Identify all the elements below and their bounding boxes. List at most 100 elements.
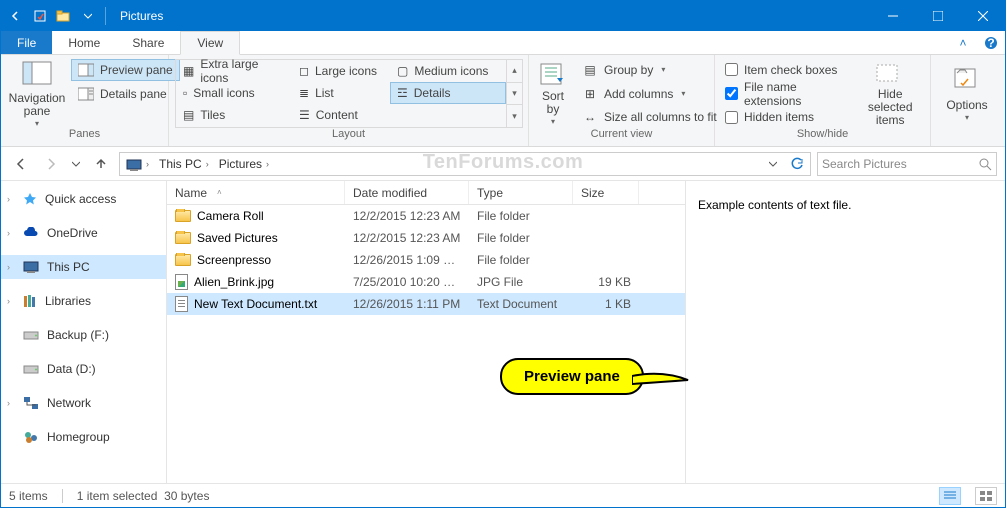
col-date[interactable]: Date modified xyxy=(345,181,469,204)
hidden-items-toggle[interactable]: Hidden items xyxy=(721,107,852,129)
table-row[interactable]: Camera Roll12/2/2015 12:23 AMFile folder xyxy=(167,205,685,227)
address-dropdown-button[interactable] xyxy=(762,160,784,168)
layout-content[interactable]: ☰Content xyxy=(292,104,390,126)
breadcrumb-pictures[interactable]: Pictures› xyxy=(215,157,273,171)
sort-by-button[interactable]: Sort by▾ xyxy=(535,59,571,128)
tiles-icon: ▤ xyxy=(183,108,194,122)
nav-homegroup[interactable]: Homegroup xyxy=(1,425,166,449)
network-icon xyxy=(23,396,39,410)
breadcrumb-thispc[interactable]: This PC› xyxy=(155,157,213,171)
file-type: File folder xyxy=(469,231,573,245)
layout-scroll[interactable]: ▴▾▾ xyxy=(506,60,522,127)
ribbon-tabs: File Home Share View ˄ ? xyxy=(1,31,1005,55)
qat-back-icon[interactable] xyxy=(5,5,27,27)
chevron-down-icon[interactable]: ▾ xyxy=(507,83,522,106)
drive-icon xyxy=(23,329,39,341)
address-bar[interactable]: › This PC› Pictures› xyxy=(119,152,811,176)
nav-libraries[interactable]: ›Libraries xyxy=(1,289,166,313)
file-size: 19 KB xyxy=(573,275,639,289)
preview-pane-button[interactable]: Preview pane xyxy=(71,59,180,81)
layout-large[interactable]: ◻Large icons xyxy=(292,60,390,82)
star-icon xyxy=(23,192,37,206)
file-name: New Text Document.txt xyxy=(194,297,317,311)
up-button[interactable] xyxy=(89,152,113,176)
close-button[interactable] xyxy=(960,1,1005,31)
forward-button[interactable] xyxy=(39,152,63,176)
content-icon: ☰ xyxy=(299,108,310,122)
nav-network[interactable]: ›Network xyxy=(1,391,166,415)
file-extensions-toggle[interactable]: File name extensions xyxy=(721,83,852,105)
folder-icon xyxy=(175,232,191,244)
table-row[interactable]: Saved Pictures12/2/2015 12:23 AMFile fol… xyxy=(167,227,685,249)
status-bar: 5 items 1 item selected 30 bytes xyxy=(1,483,1005,507)
options-icon xyxy=(951,65,983,97)
file-date: 7/25/2010 10:20 PM xyxy=(345,275,469,289)
size-columns-button[interactable]: ↔Size all columns to fit xyxy=(575,106,724,128)
details-icon: ☲ xyxy=(397,86,408,100)
col-type[interactable]: Type xyxy=(469,181,573,204)
group-by-button[interactable]: ▤Group by▾ xyxy=(575,59,724,81)
navigation-pane-button[interactable]: Navigation pane ▾ xyxy=(7,59,67,128)
address-bar-row: › This PC› Pictures› Search Pictures xyxy=(1,147,1005,181)
expand-icon[interactable]: ▾ xyxy=(507,105,522,127)
file-type: Text Document xyxy=(469,297,573,311)
hide-selected-button[interactable]: Hide selected items xyxy=(856,59,924,128)
titlebar: Pictures xyxy=(1,1,1005,31)
svg-text:?: ? xyxy=(987,36,994,50)
details-pane-button[interactable]: Details pane xyxy=(71,83,180,105)
tab-file[interactable]: File xyxy=(1,31,52,54)
item-checkboxes-toggle[interactable]: Item check boxes xyxy=(721,59,852,81)
help-icon[interactable]: ? xyxy=(977,31,1005,54)
ribbon-expand-icon[interactable]: ˄ xyxy=(949,31,977,54)
nav-data-drive[interactable]: Data (D:) xyxy=(1,357,166,381)
nav-backup-drive[interactable]: Backup (F:) xyxy=(1,323,166,347)
refresh-button[interactable] xyxy=(786,157,808,171)
file-name: Alien_Brink.jpg xyxy=(194,275,274,289)
layout-extra-large[interactable]: ▦Extra large icons xyxy=(176,60,292,82)
qat-properties-icon[interactable] xyxy=(29,5,51,27)
col-name[interactable]: Name˄ xyxy=(167,181,345,204)
search-input[interactable]: Search Pictures xyxy=(817,152,997,176)
tab-view[interactable]: View xyxy=(180,31,240,55)
file-type: File folder xyxy=(469,209,573,223)
chevron-up-icon[interactable]: ▴ xyxy=(507,60,522,83)
options-button[interactable]: Options▾ xyxy=(937,59,997,128)
layout-small[interactable]: ▫Small icons xyxy=(176,82,292,104)
tab-home[interactable]: Home xyxy=(52,31,116,54)
drive-icon xyxy=(23,363,39,375)
maximize-button[interactable] xyxy=(915,1,960,31)
navigation-pane-icon xyxy=(21,58,53,90)
table-row[interactable]: Alien_Brink.jpg7/25/2010 10:20 PMJPG Fil… xyxy=(167,271,685,293)
column-headers[interactable]: Name˄ Date modified Type Size xyxy=(167,181,685,205)
file-date: 12/26/2015 1:11 PM xyxy=(345,297,469,311)
view-large-icons-button[interactable] xyxy=(975,487,997,505)
layout-tiles[interactable]: ▤Tiles xyxy=(176,104,292,126)
col-size[interactable]: Size xyxy=(573,181,639,204)
qat-customize-icon[interactable] xyxy=(77,5,99,27)
view-details-button[interactable] xyxy=(939,487,961,505)
callout-tail-icon xyxy=(632,368,692,392)
tab-share[interactable]: Share xyxy=(116,31,180,54)
recent-locations-button[interactable] xyxy=(69,152,83,176)
group-by-icon: ▤ xyxy=(582,62,598,78)
layout-details[interactable]: ☲Details xyxy=(390,82,506,104)
nav-this-pc[interactable]: ›This PC xyxy=(1,255,166,279)
cloud-icon xyxy=(23,227,39,239)
add-columns-button[interactable]: ⊞Add columns▾ xyxy=(575,83,724,105)
nav-quick-access[interactable]: ›Quick access xyxy=(1,187,166,211)
back-button[interactable] xyxy=(9,152,33,176)
file-date: 12/2/2015 12:23 AM xyxy=(345,209,469,223)
preview-content: Example contents of text file. xyxy=(698,198,851,212)
layout-medium[interactable]: ▢Medium icons xyxy=(390,60,506,82)
breadcrumb-root-icon[interactable]: › xyxy=(122,157,153,171)
pc-icon xyxy=(23,260,39,274)
layout-list[interactable]: ≣List xyxy=(292,82,390,104)
status-selection: 1 item selected 30 bytes xyxy=(77,489,210,503)
qat-newfolder-icon[interactable] xyxy=(53,5,75,27)
minimize-button[interactable] xyxy=(870,1,915,31)
table-row[interactable]: New Text Document.txt 12/26/2015 1:11 PMT… xyxy=(167,293,685,315)
libraries-icon xyxy=(23,294,37,308)
table-row[interactable]: Screenpresso12/26/2015 1:09 PMFile folde… xyxy=(167,249,685,271)
preview-pane-icon xyxy=(78,62,94,78)
nav-onedrive[interactable]: ›OneDrive xyxy=(1,221,166,245)
